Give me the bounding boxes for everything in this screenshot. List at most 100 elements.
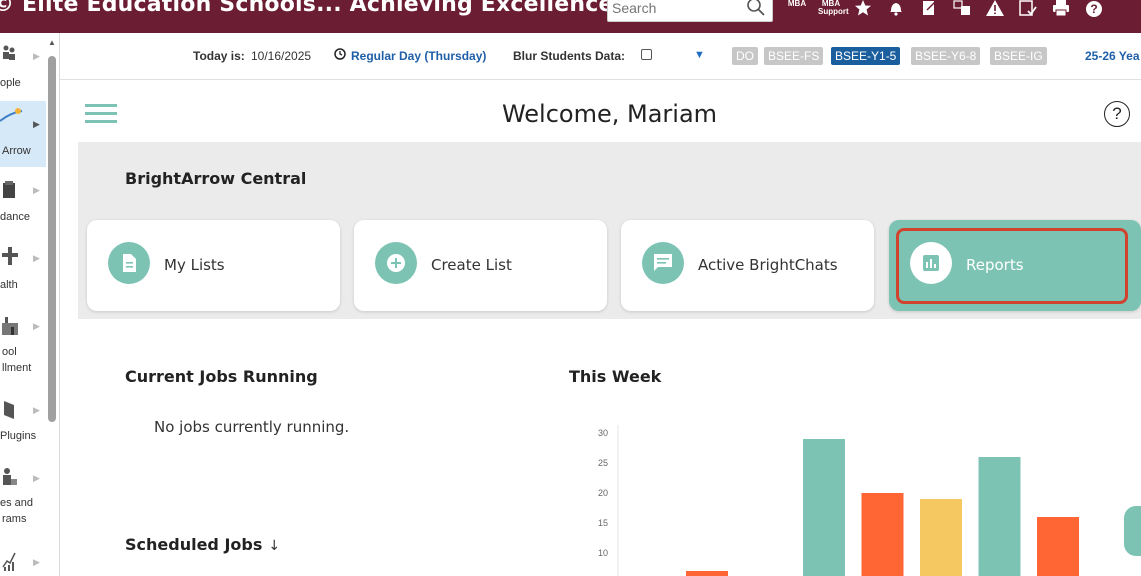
- brightarrow-icon: [0, 107, 26, 128]
- mba-button[interactable]: MBA: [784, 0, 810, 8]
- top-toolbar: MBA MBA Support ?: [784, 0, 1116, 20]
- no-jobs-message: No jobs currently running.: [154, 418, 350, 436]
- sidebar-scroll-thumb[interactable]: [48, 56, 56, 422]
- help-button[interactable]: ?: [1104, 101, 1130, 127]
- chevron-right-icon: ▶: [33, 405, 40, 415]
- card-label: Create List: [431, 256, 512, 274]
- sort-arrow-icon[interactable]: ↓: [268, 538, 280, 554]
- chart-bar[interactable]: [920, 499, 962, 576]
- sidebar-item-plugins[interactable]: ▶ Plugins: [0, 393, 46, 453]
- chart-bar[interactable]: [1037, 517, 1079, 576]
- badge-bsee-fs[interactable]: BSEE-FS: [764, 47, 824, 65]
- sidebar-item-label: Plugins: [0, 430, 37, 442]
- chevron-right-icon: ▶: [33, 185, 40, 195]
- section-title: BrightArrow Central: [125, 169, 307, 188]
- warning-icon[interactable]: [984, 0, 1006, 18]
- mba-support-label-2: Support: [818, 7, 849, 16]
- mba-support-button[interactable]: MBA Support: [818, 0, 849, 16]
- sidebar-item-label: rams: [2, 513, 27, 525]
- this-week-title: This Week: [569, 367, 662, 386]
- page-title: Welcome, Mariam: [501, 100, 718, 128]
- note-icon[interactable]: [918, 0, 940, 18]
- people-icon: [2, 45, 16, 64]
- chart-bar[interactable]: [861, 493, 904, 576]
- enrollment-icon: [2, 315, 18, 338]
- today-date: 10/16/2025: [251, 49, 312, 63]
- chart-bar[interactable]: [686, 571, 728, 576]
- this-week-chart-svg: 10 15 20 25 30: [598, 425, 1079, 576]
- sidebar-item-label: ople: [0, 77, 21, 89]
- bell-icon[interactable]: [885, 0, 907, 18]
- sidebar-item-label: es and: [0, 497, 34, 509]
- chevron-down-icon[interactable]: ▼: [694, 49, 705, 61]
- chart-tick-label: 15: [598, 518, 608, 528]
- badge-bsee-y6-8[interactable]: BSEE-Y6-8: [911, 47, 981, 65]
- badge-bsee-y1-5[interactable]: BSEE-Y1-5: [831, 47, 901, 65]
- chart-tick-label: 20: [598, 488, 608, 498]
- health-icon: [2, 247, 18, 268]
- plugins-icon: [2, 401, 14, 422]
- card-label: Active BrightChats: [698, 256, 838, 274]
- sidebar-item-label: llment: [2, 362, 32, 374]
- plus-circle-icon: [375, 242, 417, 284]
- clock-icon: [334, 48, 346, 63]
- search-box[interactable]: [607, 0, 773, 22]
- chevron-right-icon: ▶: [33, 321, 40, 331]
- sidebar-item-programs[interactable]: ▶ es and rams: [0, 461, 46, 533]
- chevron-right-icon: ▶: [33, 253, 40, 263]
- sidebar-item-reports[interactable]: ▶: [0, 547, 46, 576]
- scheduled-jobs-title[interactable]: Scheduled Jobs ↓: [125, 535, 280, 554]
- programs-icon: [2, 467, 18, 490]
- current-jobs-title: Current Jobs Running: [125, 367, 318, 386]
- sidebar-item-health[interactable]: ▶ alth: [0, 241, 46, 301]
- sidebar-item-attendance[interactable]: ▶ dance: [0, 173, 46, 233]
- school-year-link[interactable]: 25-26 Yea: [1085, 49, 1140, 63]
- sidebar-item-label: ool: [2, 346, 17, 358]
- info-bar: Today is: 10/16/2025 Regular Day (Thursd…: [60, 33, 1141, 80]
- document-icon: [108, 242, 150, 284]
- sidebar-item-label: alth: [0, 279, 18, 291]
- attendance-icon: [2, 181, 16, 202]
- chart-bar[interactable]: [978, 457, 1021, 576]
- chart-tick-label: 10: [598, 548, 608, 558]
- top-bar: © Elite Education Schools... Achieving E…: [0, 0, 1141, 33]
- badge-do[interactable]: DO: [732, 47, 758, 65]
- checklist-icon[interactable]: [1017, 0, 1039, 18]
- sidebar-item-enrollment[interactable]: ▶ ool llment: [0, 309, 46, 381]
- sidebar-item-people[interactable]: ▶ ople: [0, 41, 46, 101]
- school-title: © Elite Education Schools... Achieving E…: [0, 0, 710, 17]
- chart-tick-label: 25: [598, 458, 608, 468]
- search-icon[interactable]: [746, 0, 766, 22]
- today-label: Today is:: [193, 49, 245, 63]
- search-input[interactable]: [612, 0, 742, 17]
- floating-action-button[interactable]: [1124, 506, 1141, 556]
- badge-bsee-ig[interactable]: BSEE-IG: [990, 47, 1047, 65]
- scroll-up-arrow-icon[interactable]: ▲: [48, 38, 56, 47]
- scheduled-jobs-label: Scheduled Jobs: [125, 535, 263, 554]
- chevron-right-icon: ▶: [33, 51, 40, 61]
- chevron-right-icon: ▶: [33, 119, 40, 129]
- reports-highlight-box: [896, 228, 1128, 304]
- card-label: My Lists: [164, 256, 225, 274]
- my-lists-card[interactable]: My Lists: [87, 220, 340, 311]
- star-icon[interactable]: [852, 0, 874, 18]
- sidebar-item-brightarrow[interactable]: ▶ Arrow: [0, 101, 46, 167]
- translate-icon[interactable]: [951, 0, 973, 18]
- blur-students-label: Blur Students Data:: [513, 49, 626, 63]
- create-list-card[interactable]: Create List: [354, 220, 607, 311]
- day-type-link[interactable]: Regular Day (Thursday): [351, 49, 486, 63]
- active-brightchats-card[interactable]: Active BrightChats: [621, 220, 874, 311]
- this-week-chart: 10 15 20 25 30: [590, 420, 1110, 576]
- print-icon[interactable]: [1050, 0, 1072, 18]
- page-header: Welcome, Mariam ?: [78, 80, 1141, 142]
- blur-students-checkbox[interactable]: [641, 49, 652, 60]
- sidebar-item-label: dance: [0, 211, 30, 223]
- help-icon[interactable]: ?: [1083, 0, 1105, 18]
- svg-text:?: ?: [1090, 2, 1097, 16]
- sidebar-item-label: Arrow: [2, 145, 31, 157]
- chevron-right-icon: ▶: [33, 557, 40, 567]
- chart-bar[interactable]: [803, 439, 845, 576]
- chevron-right-icon: ▶: [33, 473, 40, 483]
- mba-label: MBA: [787, 0, 807, 8]
- chat-icon: [642, 242, 684, 284]
